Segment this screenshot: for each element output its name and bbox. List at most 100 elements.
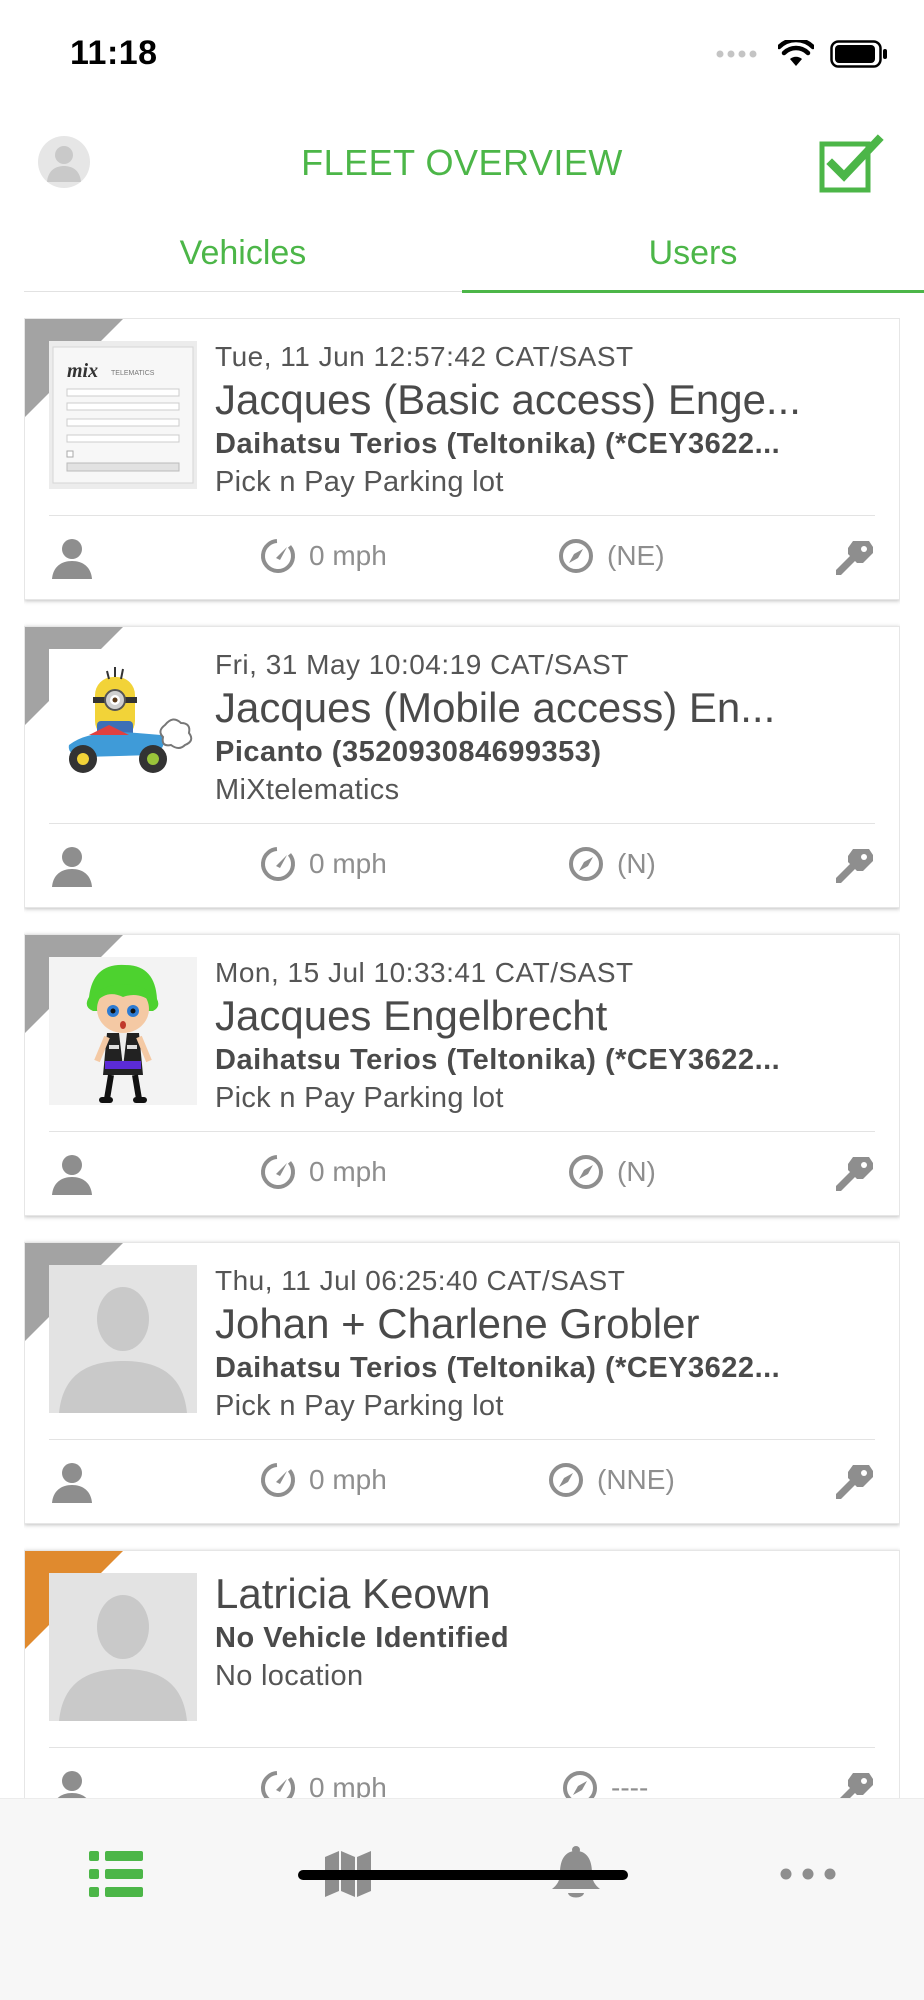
- speed-value: 0 mph: [309, 1156, 387, 1187]
- heading-value: (NNE): [597, 1464, 675, 1495]
- bottom-tab-bar: [0, 1798, 924, 2000]
- compass-icon: [559, 539, 593, 573]
- card-footer: 0 mph (N): [25, 823, 899, 909]
- compass-icon: [569, 847, 603, 881]
- heading-readout: (N): [567, 845, 656, 883]
- user-card[interactable]: Fri, 31 May 10:04:19 CAT/SAST Jacques (M…: [24, 626, 900, 908]
- status-time: 11:18: [70, 34, 158, 72]
- ignition-key-icon: [836, 1157, 873, 1191]
- driver-icon: [52, 1463, 92, 1503]
- nav-more[interactable]: [768, 1839, 848, 1909]
- location-text: Pick n Pay Parking lot: [215, 1082, 504, 1114]
- tab-users[interactable]: Users: [462, 220, 924, 293]
- more-icon: [780, 1868, 836, 1880]
- speedometer-icon: [261, 847, 295, 881]
- speed-value: 0 mph: [309, 540, 387, 571]
- speedometer-icon: [261, 1771, 295, 1798]
- active-tab-indicator: [462, 290, 924, 293]
- vehicle-name: Daihatsu Terios (Teltonika) (*CEY3622...: [215, 1352, 781, 1384]
- card-footer: 0 mph (NE): [25, 515, 899, 601]
- user-name: Johan + Charlene Grobler: [215, 1300, 700, 1347]
- status-bar: 11:18: [0, 0, 924, 110]
- compass-icon: [563, 1771, 597, 1798]
- heading-readout: (N): [567, 1153, 656, 1191]
- view-tabs: Vehicles Users: [24, 220, 924, 293]
- battery-icon: [830, 40, 887, 68]
- speed-readout: 0 mph: [259, 845, 387, 883]
- user-name: Jacques (Mobile access) En...: [215, 684, 776, 731]
- home-indicator[interactable]: [298, 1870, 628, 1880]
- speed-readout: 0 mph: [259, 1769, 387, 1798]
- svg-text:TELEMATICS: TELEMATICS: [111, 370, 155, 377]
- user-name: Jacques (Basic access) Enge...: [215, 376, 801, 423]
- last-seen-time: Thu, 11 Jul 06:25:40 CAT/SAST: [215, 1265, 626, 1296]
- status-icons: [716, 40, 888, 68]
- last-seen-time: Mon, 15 Jul 10:33:41 CAT/SAST: [215, 957, 634, 988]
- cellular-signal-icon: [716, 50, 757, 58]
- ignition-key-icon: [836, 1465, 873, 1499]
- user-card[interactable]: Latricia Keown No Vehicle Identified No …: [24, 1550, 900, 1798]
- last-seen-time: Fri, 31 May 10:04:19 CAT/SAST: [215, 649, 629, 680]
- heading-readout: ----: [561, 1769, 648, 1798]
- speed-value: 0 mph: [309, 1772, 387, 1798]
- driver-icon: [52, 847, 92, 887]
- card-footer: 0 mph (NNE): [25, 1439, 899, 1525]
- speedometer-icon: [261, 1463, 295, 1497]
- user-list[interactable]: mix TELEMATICS Tue, 11 Jun 12:57:42 CAT/…: [24, 318, 900, 1798]
- user-name: Jacques Engelbrecht: [215, 992, 608, 1039]
- driver-icon: [52, 539, 92, 579]
- svg-text:mix: mix: [67, 360, 98, 382]
- app-header: FLEET OVERVIEW: [0, 120, 924, 210]
- green-hair-character-image: [86, 964, 159, 1103]
- tab-vehicles-label: Vehicles: [179, 234, 307, 272]
- heading-value: ----: [611, 1772, 649, 1798]
- user-card[interactable]: Thu, 11 Jul 06:25:40 CAT/SAST Johan + Ch…: [24, 1242, 900, 1524]
- heading-value: (N): [617, 1156, 656, 1187]
- select-button[interactable]: [818, 134, 884, 194]
- user-avatar: mix TELEMATICS: [49, 341, 197, 489]
- location-text: Pick n Pay Parking lot: [215, 466, 504, 498]
- driver-icon: [57, 1771, 87, 1798]
- user-name: Latricia Keown: [215, 1570, 491, 1617]
- user-avatar: [49, 1265, 197, 1413]
- last-seen-time: Tue, 11 Jun 12:57:42 CAT/SAST: [215, 341, 634, 372]
- speed-value: 0 mph: [309, 1464, 387, 1495]
- location-text: No location: [215, 1660, 364, 1692]
- card-footer: 0 mph (N): [25, 1131, 899, 1217]
- vehicle-name: Daihatsu Terios (Teltonika) (*CEY3622...: [215, 1044, 781, 1076]
- speed-readout: 0 mph: [259, 537, 387, 575]
- vehicle-name: Picanto (352093084699353): [215, 736, 602, 768]
- user-avatar: [49, 649, 197, 797]
- heading-value: (NE): [607, 540, 665, 571]
- ignition-key-icon: [836, 849, 873, 883]
- ignition-key-icon: [840, 1773, 873, 1798]
- user-card[interactable]: Mon, 15 Jul 10:33:41 CAT/SAST Jacques En…: [24, 934, 900, 1216]
- speed-readout: 0 mph: [259, 1153, 387, 1191]
- user-avatar: [49, 1573, 197, 1721]
- page-title: FLEET OVERVIEW: [301, 142, 623, 183]
- tab-users-label: Users: [648, 234, 738, 272]
- card-footer: 0 mph ----: [25, 1747, 899, 1798]
- placeholder-person-image: [59, 1287, 187, 1413]
- heading-readout: (NE): [557, 537, 665, 575]
- list-icon: [89, 1851, 143, 1897]
- checkbox-checked-icon: [819, 134, 884, 193]
- minion-kart-image: [68, 667, 193, 773]
- compass-icon: [549, 1463, 583, 1497]
- wifi-icon: [778, 40, 814, 66]
- driver-icon: [52, 1155, 92, 1195]
- speed-readout: 0 mph: [259, 1461, 387, 1499]
- heading-readout: (NNE): [547, 1461, 675, 1499]
- compass-icon: [569, 1155, 603, 1189]
- user-card[interactable]: mix TELEMATICS Tue, 11 Jun 12:57:42 CAT/…: [24, 318, 900, 600]
- location-text: MiXtelematics: [215, 774, 400, 806]
- speedometer-icon: [261, 1155, 295, 1189]
- speed-value: 0 mph: [309, 848, 387, 879]
- tab-vehicles[interactable]: Vehicles: [24, 220, 462, 292]
- login-screenshot-image: mix TELEMATICS: [49, 341, 197, 489]
- ignition-key-icon: [836, 541, 873, 575]
- location-text: Pick n Pay Parking lot: [215, 1390, 504, 1422]
- user-avatar: [49, 957, 197, 1105]
- speedometer-icon: [261, 539, 295, 573]
- nav-list[interactable]: [76, 1839, 156, 1909]
